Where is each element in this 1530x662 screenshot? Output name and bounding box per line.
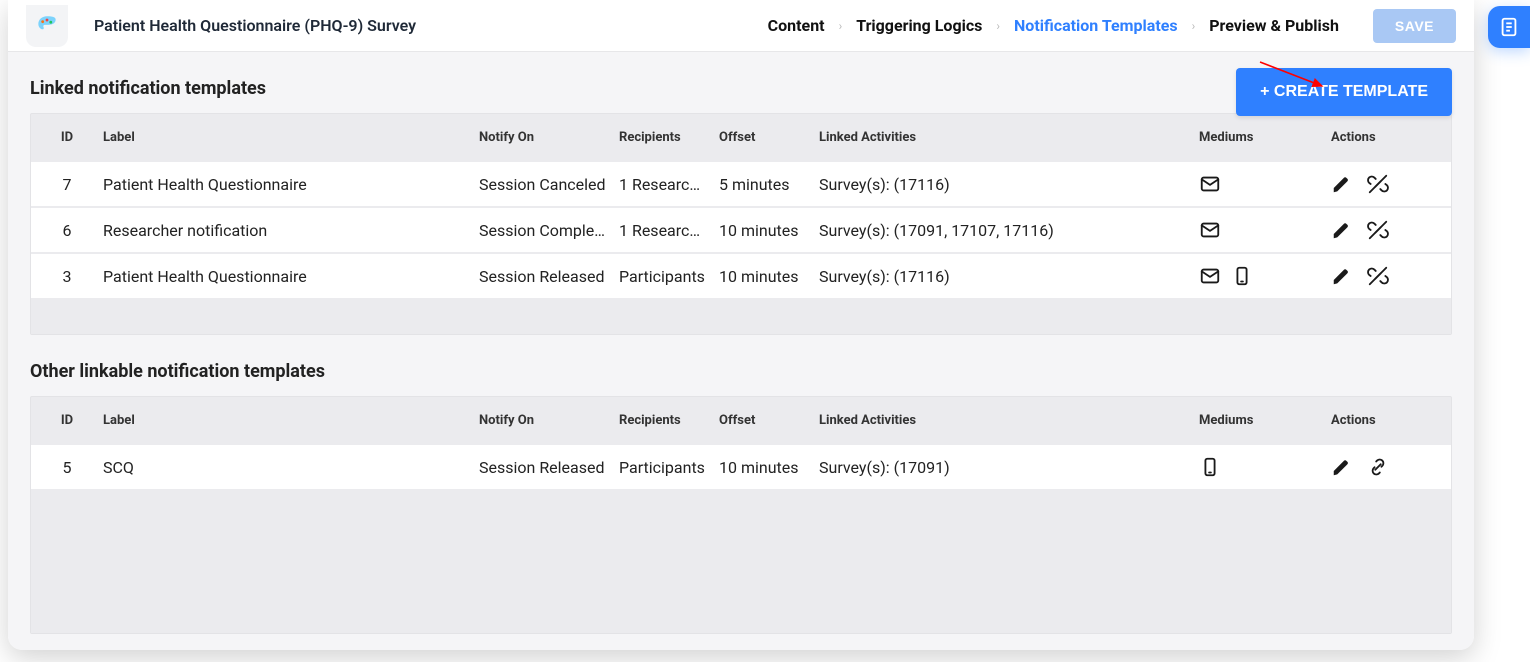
cell-linked-activities: Survey(s): (17091, 17107, 17116) xyxy=(813,221,1193,240)
other-section-title: Other linkable notification templates xyxy=(8,335,1474,396)
col-notify: Notify On xyxy=(473,130,613,145)
col-notify: Notify On xyxy=(473,413,613,428)
cell-linked-activities: Survey(s): (17116) xyxy=(813,267,1193,286)
col-linked: Linked Activities xyxy=(813,130,1193,145)
cell-id: 6 xyxy=(37,221,97,240)
brain-palette-icon xyxy=(34,13,60,39)
cell-recipients: 1 Researcher xyxy=(613,221,713,240)
col-offset: Offset xyxy=(713,413,813,428)
save-button[interactable]: SAVE xyxy=(1373,9,1456,43)
cell-id: 5 xyxy=(37,458,97,477)
unlink-icon[interactable] xyxy=(1367,173,1389,195)
cell-actions xyxy=(1325,173,1465,195)
mail-icon xyxy=(1199,265,1221,287)
col-recip: Recipients xyxy=(613,130,713,145)
cell-notify-on: Session Released xyxy=(473,458,613,477)
mobile-icon xyxy=(1231,265,1253,287)
cell-recipients: Participants xyxy=(613,458,713,477)
cell-actions xyxy=(1325,456,1465,478)
cell-offset: 5 minutes xyxy=(713,175,813,194)
col-linked: Linked Activities xyxy=(813,413,1193,428)
header-bar: Patient Health Questionnaire (PHQ-9) Sur… xyxy=(8,0,1474,52)
pencil-icon[interactable] xyxy=(1331,173,1353,195)
activities-panel-button[interactable] xyxy=(1488,6,1530,48)
col-label: Label xyxy=(97,130,473,145)
cell-actions xyxy=(1325,219,1465,241)
col-offset: Offset xyxy=(713,130,813,145)
col-actions: Actions xyxy=(1325,130,1465,145)
cell-id: 3 xyxy=(37,267,97,286)
nav-step-preview-publish[interactable]: Preview & Publish xyxy=(1209,16,1339,35)
cell-notify-on: Session Completed xyxy=(473,221,613,240)
table-empty-space xyxy=(31,298,1451,334)
cell-label: SCQ xyxy=(97,458,473,477)
cell-mediums xyxy=(1193,219,1325,241)
mail-icon xyxy=(1199,219,1221,241)
mail-icon xyxy=(1199,173,1221,195)
table-header-row: ID Label Notify On Recipients Offset Lin… xyxy=(31,397,1451,443)
unlink-icon[interactable] xyxy=(1367,219,1389,241)
other-templates-table: ID Label Notify On Recipients Offset Lin… xyxy=(30,396,1452,634)
unlink-icon[interactable] xyxy=(1367,265,1389,287)
cell-mediums xyxy=(1193,456,1325,478)
pencil-icon[interactable] xyxy=(1331,265,1353,287)
table-empty-space xyxy=(31,489,1451,633)
linked-table-body: 7Patient Health QuestionnaireSession Can… xyxy=(31,160,1451,298)
table-header-row: ID Label Notify On Recipients Offset Lin… xyxy=(31,114,1451,160)
page-title: Patient Health Questionnaire (PHQ-9) Sur… xyxy=(94,16,416,35)
cell-label: Patient Health Questionnaire xyxy=(97,267,473,286)
col-id: ID xyxy=(37,130,97,145)
cell-id: 7 xyxy=(37,175,97,194)
nav-step-content[interactable]: Content xyxy=(768,16,825,35)
chevron-right-icon: › xyxy=(996,19,1000,33)
clipboard-list-icon xyxy=(1498,16,1520,38)
other-table-body: 5SCQSession ReleasedParticipants10 minut… xyxy=(31,443,1451,489)
col-recip: Recipients xyxy=(613,413,713,428)
cell-actions xyxy=(1325,265,1465,287)
pencil-icon[interactable] xyxy=(1331,219,1353,241)
col-actions: Actions xyxy=(1325,413,1465,428)
cell-mediums xyxy=(1193,265,1325,287)
cell-notify-on: Session Released xyxy=(473,267,613,286)
cell-label: Researcher notification xyxy=(97,221,473,240)
chevron-right-icon: › xyxy=(839,19,843,33)
cell-offset: 10 minutes xyxy=(713,221,813,240)
pencil-icon[interactable] xyxy=(1331,456,1353,478)
create-template-button[interactable]: + CREATE TEMPLATE xyxy=(1236,68,1452,116)
nav-step-notification-templates[interactable]: Notification Templates xyxy=(1014,16,1178,35)
cell-notify-on: Session Canceled xyxy=(473,175,613,194)
wizard-nav: Content › Triggering Logics › Notificati… xyxy=(768,9,1456,43)
mobile-icon xyxy=(1199,456,1221,478)
chevron-right-icon: › xyxy=(1192,19,1196,33)
col-id: ID xyxy=(37,413,97,428)
table-row: 3Patient Health QuestionnaireSession Rel… xyxy=(31,252,1451,298)
cell-offset: 10 minutes xyxy=(713,267,813,286)
linked-templates-table: ID Label Notify On Recipients Offset Lin… xyxy=(30,113,1452,335)
table-row: 7Patient Health QuestionnaireSession Can… xyxy=(31,160,1451,206)
cell-linked-activities: Survey(s): (17116) xyxy=(813,175,1193,194)
table-row: 5SCQSession ReleasedParticipants10 minut… xyxy=(31,443,1451,489)
cell-mediums xyxy=(1193,173,1325,195)
cell-recipients: 1 Researcher xyxy=(613,175,713,194)
col-mediums: Mediums xyxy=(1193,413,1325,428)
app-logo[interactable] xyxy=(26,5,68,47)
col-mediums: Mediums xyxy=(1193,130,1325,145)
cell-linked-activities: Survey(s): (17091) xyxy=(813,458,1193,477)
cell-recipients: Participants xyxy=(613,267,713,286)
table-row: 6Researcher notificationSession Complete… xyxy=(31,206,1451,252)
body-area: + CREATE TEMPLATE Linked notification te… xyxy=(8,52,1474,650)
cell-offset: 10 minutes xyxy=(713,458,813,477)
nav-step-triggering-logics[interactable]: Triggering Logics xyxy=(856,16,982,35)
col-label: Label xyxy=(97,413,473,428)
page-card: Patient Health Questionnaire (PHQ-9) Sur… xyxy=(8,0,1474,650)
link-icon[interactable] xyxy=(1367,456,1389,478)
cell-label: Patient Health Questionnaire xyxy=(97,175,473,194)
